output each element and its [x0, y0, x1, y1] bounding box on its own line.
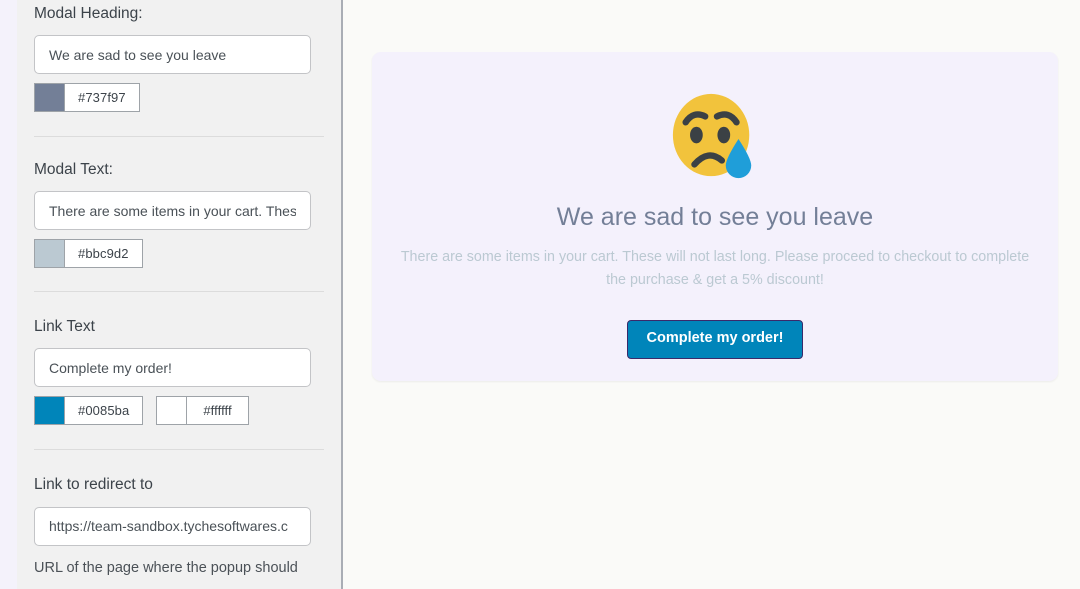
- modal-heading-input[interactable]: [34, 35, 311, 75]
- popup-preview-card: We are sad to see you leave There are so…: [372, 52, 1058, 381]
- link-text-color-control[interactable]: #ffffff: [156, 396, 249, 426]
- popup-heading: We are sad to see you leave: [556, 203, 874, 231]
- modal-text-color-row: #bbc9d2: [34, 239, 323, 269]
- modal-heading-color-row: #737f97: [34, 83, 323, 113]
- link-color-row: #0085ba #ffffff: [34, 396, 323, 426]
- redirect-link-help-text: URL of the page where the popup should: [34, 559, 298, 576]
- complete-my-order-button[interactable]: Complete my order!: [626, 319, 804, 359]
- crying-face-emoji: [668, 90, 762, 184]
- link-text-label: Link Text: [34, 318, 95, 336]
- modal-heading-color-value: #737f97: [78, 90, 126, 106]
- exit-intent-popup-editor: Modal Heading: #737f97 Modal Text: #bbc9…: [0, 0, 1080, 589]
- field-link-text: Link Text #0085ba #ffffff: [34, 317, 323, 426]
- settings-sidebar: Modal Heading: #737f97 Modal Text: #bbc9…: [17, 0, 343, 589]
- popup-body-text: There are some items in your cart. These…: [400, 249, 1030, 288]
- redirect-link-input[interactable]: [34, 506, 311, 546]
- modal-heading-label: Modal Heading:: [34, 5, 143, 22]
- preview-pane: We are sad to see you leave There are so…: [343, 0, 1080, 589]
- modal-text-color-chip[interactable]: [35, 240, 65, 268]
- link-bg-color-control[interactable]: #0085ba: [34, 396, 144, 426]
- modal-heading-color-control[interactable]: #737f97: [34, 83, 140, 113]
- field-redirect-link: Link to redirect to URL of the page wher…: [34, 475, 323, 578]
- link-bg-color-chip[interactable]: [35, 397, 65, 425]
- field-modal-text: Modal Text: #bbc9d2: [34, 160, 323, 269]
- link-text-input[interactable]: [34, 348, 311, 388]
- modal-text-color-value: #bbc9d2: [78, 246, 129, 262]
- link-bg-color-value: #0085ba: [78, 403, 130, 419]
- modal-text-label: Modal Text:: [34, 161, 113, 179]
- modal-text-input[interactable]: [34, 191, 311, 231]
- left-rail: [0, 0, 17, 589]
- modal-heading-color-chip[interactable]: [35, 84, 65, 112]
- link-text-color-chip[interactable]: [157, 397, 188, 425]
- redirect-link-label: Link to redirect to: [34, 476, 153, 494]
- modal-text-color-control[interactable]: #bbc9d2: [34, 239, 143, 269]
- link-text-color-value: #ffffff: [203, 403, 232, 419]
- field-modal-heading: Modal Heading: #737f97: [34, 0, 323, 113]
